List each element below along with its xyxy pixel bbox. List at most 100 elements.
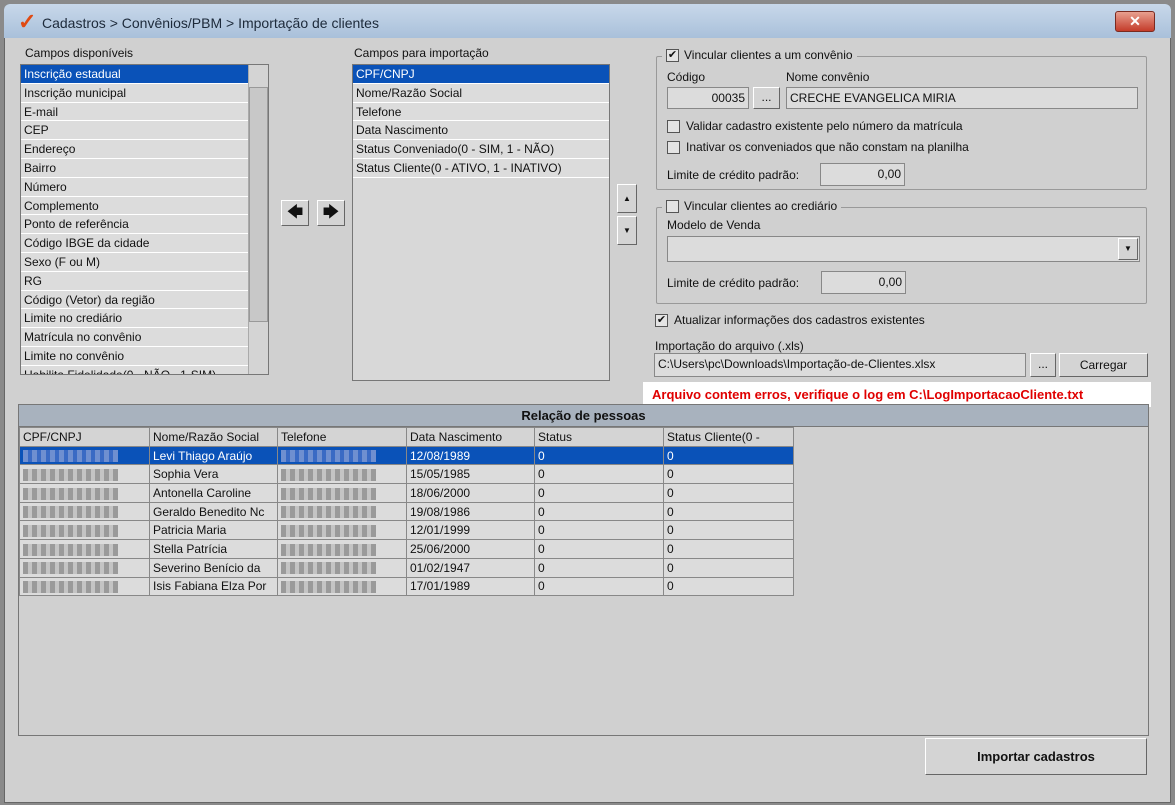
list-item[interactable]: Status Conveniado(0 - SIM, 1 - NÃO) [353, 140, 609, 159]
birth-cell: 19/08/1986 [406, 501, 535, 522]
client-status-cell: 0 [663, 557, 794, 578]
table-row[interactable]: Geraldo Benedito Nc 19/08/1986 0 0 [19, 501, 794, 522]
import-fields-list[interactable]: CPF/CNPJ Nome/Razão Social Telefone Data Na… [352, 64, 610, 381]
masked-value [281, 581, 376, 594]
import-button[interactable]: Importar cadastros [925, 738, 1147, 775]
table-row[interactable]: Stella Patrícia 25/06/2000 0 0 [19, 539, 794, 559]
sale-model-label: Modelo de Venda [667, 218, 761, 232]
people-grid[interactable]: Relação de pessoas CPF/CNPJ Nome/Razão So… [18, 404, 1149, 736]
list-item[interactable]: Bairro [21, 158, 248, 178]
list-item[interactable]: Sexo (F ou M) [21, 252, 248, 272]
link-crediario-label: Vincular clientes ao crediário [684, 199, 838, 213]
list-item[interactable]: Limite no crediário [21, 309, 248, 329]
name-cell: Isis Fabiana Elza Por [149, 576, 278, 597]
credit-limit-input[interactable]: 0,00 [820, 163, 905, 186]
file-path-input[interactable]: C:\Users\pc\Downloads\Importação-de-Clie… [654, 353, 1026, 377]
arrow-left-icon: 🡄 [286, 204, 304, 221]
crediario-limit-input[interactable]: 0,00 [821, 271, 906, 294]
scrollbar[interactable] [248, 65, 268, 374]
inactivate-label: Inativar os conveniados que não constam … [686, 140, 969, 154]
scrollbar-thumb[interactable] [249, 87, 268, 322]
close-button[interactable]: ✕ [1115, 11, 1155, 32]
list-item[interactable]: Nome/Razão Social [353, 83, 609, 103]
list-item[interactable]: Inscrição estadual [21, 65, 248, 84]
column-header[interactable]: Status [534, 427, 664, 447]
list-item[interactable]: E-mail [21, 102, 248, 122]
add-field-button[interactable]: 🡆 [317, 200, 345, 226]
masked-value [23, 487, 118, 500]
column-header[interactable]: Data Nascimento [406, 427, 535, 447]
name-cell: Patricia Maria [149, 520, 278, 541]
checkbox-unchecked[interactable] [667, 119, 680, 133]
cpf-cell-masked [19, 557, 150, 578]
code-browse-button[interactable]: ... [753, 87, 780, 109]
move-down-button[interactable]: ▼ [617, 216, 637, 245]
checkbox-unchecked[interactable] [666, 199, 679, 213]
status-cell: 0 [534, 464, 664, 485]
load-button[interactable]: Carregar [1059, 353, 1148, 377]
import-fields-label: Campos para importação [354, 46, 489, 60]
masked-value [281, 562, 376, 575]
list-item[interactable]: Status Cliente(0 - ATIVO, 1 - INATIVO) [353, 158, 609, 178]
birth-cell: 25/06/2000 [406, 539, 535, 559]
birth-cell: 15/05/1985 [406, 464, 535, 485]
list-item[interactable]: CPF/CNPJ [353, 65, 609, 84]
column-header[interactable]: Status Cliente(0 - [663, 427, 794, 447]
table-row[interactable]: Levi Thiago Araújo 12/08/1989 0 0 [19, 445, 794, 466]
list-item[interactable]: Telefone [353, 102, 609, 122]
cpf-cell-masked [19, 464, 150, 485]
name-cell: Severino Benício da [149, 557, 278, 578]
list-item[interactable]: Ponto de referência [21, 215, 248, 235]
list-item[interactable]: Habilita Fidelidade(0 - NÃO , 1-SIM) [21, 365, 248, 374]
phone-cell-masked [277, 576, 407, 597]
list-item[interactable]: Código (Vetor) da região [21, 290, 248, 310]
table-row[interactable]: Isis Fabiana Elza Por 17/01/1989 0 0 [19, 576, 794, 597]
cpf-cell-masked [19, 445, 150, 466]
arrow-up-icon: ▲ [623, 194, 631, 203]
checkbox-checked[interactable]: ✔ [666, 48, 679, 62]
list-item[interactable]: Endereço [21, 140, 248, 159]
list-item[interactable]: Limite no convênio [21, 346, 248, 366]
birth-cell: 01/02/1947 [406, 557, 535, 578]
list-item[interactable]: Código IBGE da cidade [21, 234, 248, 253]
birth-cell: 12/01/1999 [406, 520, 535, 541]
convenio-name-input[interactable]: CRECHE EVANGELICA MIRIA [786, 87, 1138, 109]
list-item[interactable]: Complemento [21, 196, 248, 216]
status-cell: 0 [534, 501, 664, 522]
table-row[interactable]: Antonella Caroline 18/06/2000 0 0 [19, 483, 794, 503]
move-up-button[interactable]: ▲ [617, 184, 637, 213]
validate-label: Validar cadastro existente pelo número d… [686, 119, 963, 133]
list-item[interactable]: Matrícula no convênio [21, 328, 248, 347]
status-cell: 0 [534, 557, 664, 578]
checkbox-unchecked[interactable] [667, 140, 680, 154]
chevron-down-icon[interactable]: ▼ [1118, 238, 1138, 260]
link-convenio-checkbox[interactable]: ✔ Vincular clientes a um convênio [662, 48, 857, 62]
list-item[interactable]: CEP [21, 121, 248, 141]
list-item[interactable]: Inscrição municipal [21, 83, 248, 103]
window-title: Cadastros > Convênios/PBM > Importação d… [42, 15, 379, 31]
remove-field-button[interactable]: 🡄 [281, 200, 309, 226]
phone-cell-masked [277, 501, 407, 522]
column-header[interactable]: Nome/Razão Social [149, 427, 278, 447]
list-item[interactable]: Número [21, 177, 248, 197]
link-crediario-checkbox[interactable]: Vincular clientes ao crediário [662, 199, 842, 213]
column-header[interactable]: Telefone [277, 427, 407, 447]
checkbox-checked[interactable]: ✔ [655, 313, 668, 327]
cpf-cell-masked [19, 576, 150, 597]
list-item[interactable]: RG [21, 271, 248, 291]
sale-model-select[interactable] [667, 236, 1140, 262]
list-item[interactable]: Data Nascimento [353, 121, 609, 141]
file-browse-button[interactable]: ... [1030, 353, 1056, 377]
masked-value [23, 450, 118, 463]
phone-cell-masked [277, 539, 407, 559]
table-row[interactable]: Sophia Vera 15/05/1985 0 0 [19, 464, 794, 485]
code-input[interactable]: 00035 [667, 87, 749, 109]
validate-checkbox[interactable]: Validar cadastro existente pelo número d… [667, 119, 963, 133]
table-row[interactable]: Patricia Maria 12/01/1999 0 0 [19, 520, 794, 541]
column-header[interactable]: CPF/CNPJ [19, 427, 150, 447]
inactivate-checkbox[interactable]: Inativar os conveniados que não constam … [667, 140, 969, 154]
available-fields-list[interactable]: Inscrição estadual Inscrição municipal E-m… [20, 64, 269, 375]
table-row[interactable]: Severino Benício da 01/02/1947 0 0 [19, 557, 794, 578]
update-existing-checkbox[interactable]: ✔ Atualizar informações dos cadastros exi… [655, 313, 925, 327]
client-status-cell: 0 [663, 576, 794, 597]
